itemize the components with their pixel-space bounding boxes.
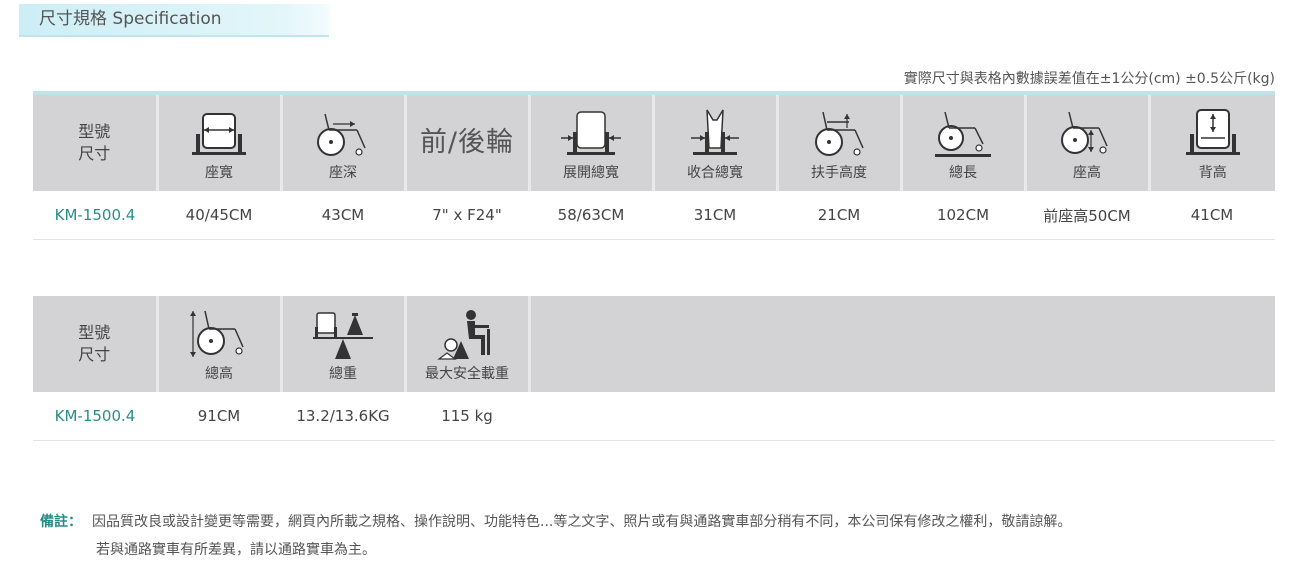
col-total-weight: 總重 [279,296,405,392]
value-armrest-height: 21CM [777,191,901,240]
section-title: 尺寸規格 Specification [19,4,329,37]
max-load-icon [437,310,490,360]
value-seat-width: 40/45CM [157,191,281,240]
total-weight-icon [313,312,373,359]
caption-seat-height: 座高 [1073,165,1101,181]
total-length-icon [935,111,991,157]
tolerance-note: 實際尺寸與表格內數據誤差值在±1公分(cm) ±0.5公斤(kg) [903,71,1275,87]
col-total-height: 總高 [155,296,281,392]
remark-block: 備註： 因品質改良或設計變更等需要，網頁內所載之規格、操作說明、功能特色...等之… [40,508,1071,564]
remark-line-1: 備註： 因品質改良或設計變更等需要，網頁內所載之規格、操作說明、功能特色...等之… [40,508,1071,536]
value-back-height: 41CM [1149,191,1275,240]
model-cell: KM-1500.4 [33,392,157,441]
caption-max-load: 最大安全載重 [425,366,509,382]
value-empty-cell [529,392,1275,441]
model-cell: KM-1500.4 [33,191,157,240]
remark-label: 備註： [40,514,82,530]
value-folded-width: 31CM [653,191,777,240]
seat-width-icon [192,113,246,155]
header-empty-cell [527,296,1275,392]
value-seat-depth: 43CM [281,191,405,240]
spec-table-2: 型號 尺寸 總高 總重 最大安全載重 KM-1500.4 91CM 13.2/1… [33,296,1275,441]
col-seat-height: 座高 [1023,95,1149,191]
value-total-weight: 13.2/13.6KG [281,392,405,441]
total-height-icon [190,310,244,357]
caption-seat-depth: 座深 [329,165,357,181]
col-seat-width: 座寬 [155,95,281,191]
remark-text-2: 若與通路實車有所差異，請以通路實車為主。 [96,542,376,558]
value-wheels: 7" x F24" [405,191,529,240]
value-seat-height: 前座高50CM [1025,191,1149,240]
caption-total-weight: 總重 [329,366,357,382]
header-label-model: 型號 [78,122,111,141]
value-max-load: 115 kg [405,392,529,441]
caption-unfolded-width: 展開總寬 [563,165,619,181]
header-label-cell: 型號 尺寸 [33,95,157,191]
value-total-height: 91CM [157,392,281,441]
col-wheels: 前/後輪 [403,95,529,191]
seat-depth-icon [317,113,366,156]
caption-armrest-height: 扶手高度 [811,165,867,181]
col-total-length: 總長 [899,95,1025,191]
col-max-load: 最大安全載重 [403,296,529,392]
remark-text-1: 因品質改良或設計變更等需要，網頁內所載之規格、操作說明、功能特色...等之文字、… [92,514,1072,530]
caption-total-length: 總長 [949,165,977,181]
caption-total-height: 總高 [205,366,233,382]
header-label-size: 尺寸 [78,345,111,364]
caption-folded-width: 收合總寬 [687,165,743,181]
col-back-height: 背高 [1147,95,1275,191]
col-armrest-height: 扶手高度 [775,95,901,191]
col-unfolded-width: 展開總寬 [527,95,653,191]
caption-back-height: 背高 [1198,165,1227,181]
header-label-cell: 型號 尺寸 [33,296,157,392]
caption-seat-width: 座寬 [205,165,233,181]
col-folded-width: 收合總寬 [651,95,777,191]
col-seat-depth: 座深 [279,95,405,191]
armrest-height-icon [815,111,864,156]
unfolded-width-icon [561,111,621,155]
seat-height-icon [1061,111,1108,154]
value-total-length: 102CM [901,191,1025,240]
header-label-size: 尺寸 [78,144,111,163]
spec-table-1: 型號 尺寸 座寬 座深 前/後輪 展開總寬 收合總寬 扶手高度 總長 座高 背高… [33,95,1275,240]
caption-wheels: 前/後輪 [419,127,515,158]
header-label-model: 型號 [78,323,111,342]
folded-width-icon [691,109,739,155]
value-unfolded-width: 58/63CM [529,191,653,240]
back-height-icon [1185,109,1240,155]
